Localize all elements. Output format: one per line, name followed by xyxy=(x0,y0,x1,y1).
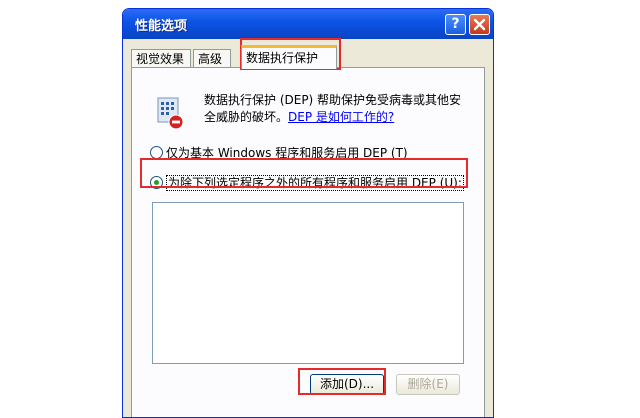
dep-tab-panel: 数据执行保护 (DEP) 帮助保护免受病毒或其他安全威胁的破坏。DEP 是如何工… xyxy=(131,67,485,417)
tab-advanced[interactable]: 高级 xyxy=(193,49,231,67)
dep-shield-icon xyxy=(157,97,184,130)
tab-visual-effects[interactable]: 视觉效果 xyxy=(131,49,191,67)
remove-button[interactable]: 删除(E) xyxy=(396,374,460,395)
radio-all-except-selected[interactable]: 为除下列选定程序之外的所有程序和服务启用 DEP (U): xyxy=(150,174,464,191)
title-bar[interactable]: 性能选项 ? xyxy=(123,9,493,39)
help-button[interactable]: ? xyxy=(445,14,466,35)
performance-options-window: 性能选项 ? 视觉效果 高级 数据执行保护 数据执行保护 (DEP) 帮助保护免… xyxy=(122,8,494,418)
close-icon xyxy=(473,18,486,31)
dep-description: 数据执行保护 (DEP) 帮助保护免受病毒或其他安全威胁的破坏。DEP 是如何工… xyxy=(204,92,472,126)
radio-essential-only-label: 仅为基本 Windows 程序和服务启用 DEP (T) xyxy=(166,146,408,160)
add-button[interactable]: 添加(D)... xyxy=(310,374,384,395)
radio-essential-only[interactable]: 仅为基本 Windows 程序和服务启用 DEP (T) xyxy=(150,144,408,161)
radio-essential-only-circle[interactable] xyxy=(150,146,163,159)
tab-data-execution-prevention[interactable]: 数据执行保护 xyxy=(241,45,337,69)
help-icon: ? xyxy=(451,16,460,32)
dep-how-it-works-link[interactable]: DEP 是如何工作的? xyxy=(288,110,394,124)
close-button[interactable] xyxy=(469,14,490,35)
radio-all-except-selected-label: 为除下列选定程序之外的所有程序和服务启用 DEP (U): xyxy=(166,175,464,191)
excluded-programs-list[interactable] xyxy=(152,202,464,364)
window-title: 性能选项 xyxy=(135,19,188,34)
radio-all-except-selected-circle[interactable] xyxy=(150,176,163,189)
